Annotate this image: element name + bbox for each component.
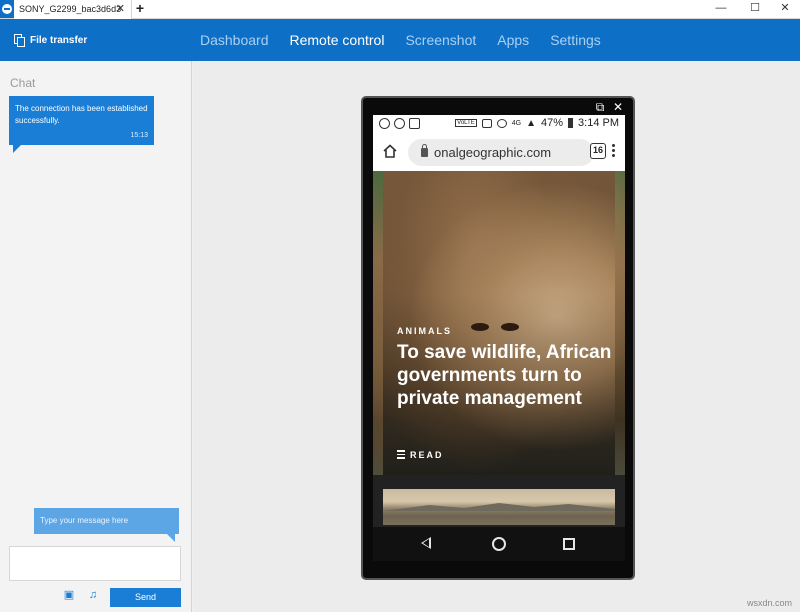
file-transfer-button[interactable]: File transfer [14, 31, 87, 49]
nav-tabs: Dashboard Remote control Screenshot Apps… [200, 19, 601, 61]
message-hint: Type your message here [34, 508, 179, 542]
home-circle-icon[interactable] [492, 537, 506, 551]
chat-message: The connection has been established succ… [9, 96, 154, 153]
battery-percent: 47% [541, 117, 564, 129]
device-screen[interactable]: VoLTE 4G ▲ 47% 3:14 PM onalgeographic.co… [373, 115, 625, 561]
file-transfer-label: File transfer [30, 34, 88, 46]
alarm-icon [496, 118, 507, 128]
home-icon[interactable] [383, 144, 397, 158]
address-bar[interactable]: onalgeographic.com 16 [408, 139, 606, 166]
tab-screenshot[interactable]: Screenshot [405, 32, 476, 48]
session-tab-title: SONY_G2299_bac3d6d3 [19, 4, 122, 14]
eye-icon [394, 118, 405, 129]
lock-icon [421, 144, 428, 157]
read-link[interactable]: READ [397, 450, 444, 461]
read-icon [397, 450, 405, 461]
minimize-button[interactable]: — [706, 0, 736, 18]
recent-apps-icon[interactable] [563, 538, 575, 550]
article-headline[interactable]: To save wildlife, African governments tu… [397, 341, 612, 410]
attach-screenshot-icon[interactable]: ▣ [63, 589, 75, 601]
tab-remote-control[interactable]: Remote control [290, 32, 385, 48]
maximize-button[interactable]: ☐ [740, 0, 770, 18]
new-tab-button[interactable]: + [134, 0, 146, 17]
session-tab[interactable]: SONY_G2299_bac3d6d3 ✕ [14, 0, 132, 19]
chat-message-time: 15:13 [130, 132, 148, 139]
close-screen-icon[interactable]: ✕ [611, 100, 625, 114]
android-nav-bar [373, 527, 625, 561]
back-icon[interactable] [421, 537, 431, 549]
url-text: onalgeographic.com [434, 145, 552, 160]
volte-badge: VoLTE [455, 119, 477, 127]
send-button[interactable]: Send [110, 588, 181, 607]
chat-panel: Chat The connection has been established… [0, 61, 192, 612]
article-category[interactable]: ANIMALS [397, 326, 452, 336]
screen-cast-icon [481, 118, 492, 128]
read-label: READ [410, 450, 444, 461]
lion-photo: ANIMALS To save wildlife, African govern… [383, 171, 615, 475]
chat-title: Chat [10, 76, 36, 90]
close-window-button[interactable]: ✕ [770, 0, 800, 18]
teamviewer-logo-icon [0, 0, 14, 18]
browser-menu-icon[interactable] [612, 144, 616, 160]
android-status-bar: VoLTE 4G ▲ 47% 3:14 PM [373, 115, 625, 134]
whatsapp-icon [379, 118, 390, 129]
article-hero[interactable]: ANIMALS To save wildlife, African govern… [373, 171, 625, 475]
title-bar: SONY_G2299_bac3d6d3 ✕ + — ☐ ✕ [0, 0, 800, 19]
watermark: wsxdn.com [746, 598, 792, 608]
network-type: 4G [511, 119, 522, 127]
browser-toolbar: onalgeographic.com 16 [373, 134, 625, 171]
signal-icon: ▲ [526, 117, 536, 129]
device-screen-frame: ⧉ ✕ VoLTE 4G ▲ 47% 3:14 PM onalgeographi… [361, 96, 635, 580]
close-tab-icon[interactable]: ✕ [116, 0, 125, 19]
battery-icon [568, 118, 574, 128]
next-article-thumbnail[interactable] [383, 489, 615, 525]
notification-bell-icon[interactable]: ♫ [87, 589, 99, 601]
status-time: 3:14 PM [578, 117, 619, 129]
tab-apps[interactable]: Apps [497, 32, 529, 48]
tab-dashboard[interactable]: Dashboard [200, 32, 269, 48]
remote-app-icon [409, 118, 420, 129]
chat-message-text: The connection has been established succ… [15, 104, 148, 125]
message-input[interactable] [9, 546, 181, 581]
tab-settings[interactable]: Settings [550, 32, 601, 48]
popout-icon[interactable]: ⧉ [593, 100, 607, 114]
top-navigation: File transfer Dashboard Remote control S… [0, 19, 800, 61]
tab-switcher-button[interactable]: 16 [590, 143, 606, 159]
file-transfer-icon [14, 33, 25, 47]
